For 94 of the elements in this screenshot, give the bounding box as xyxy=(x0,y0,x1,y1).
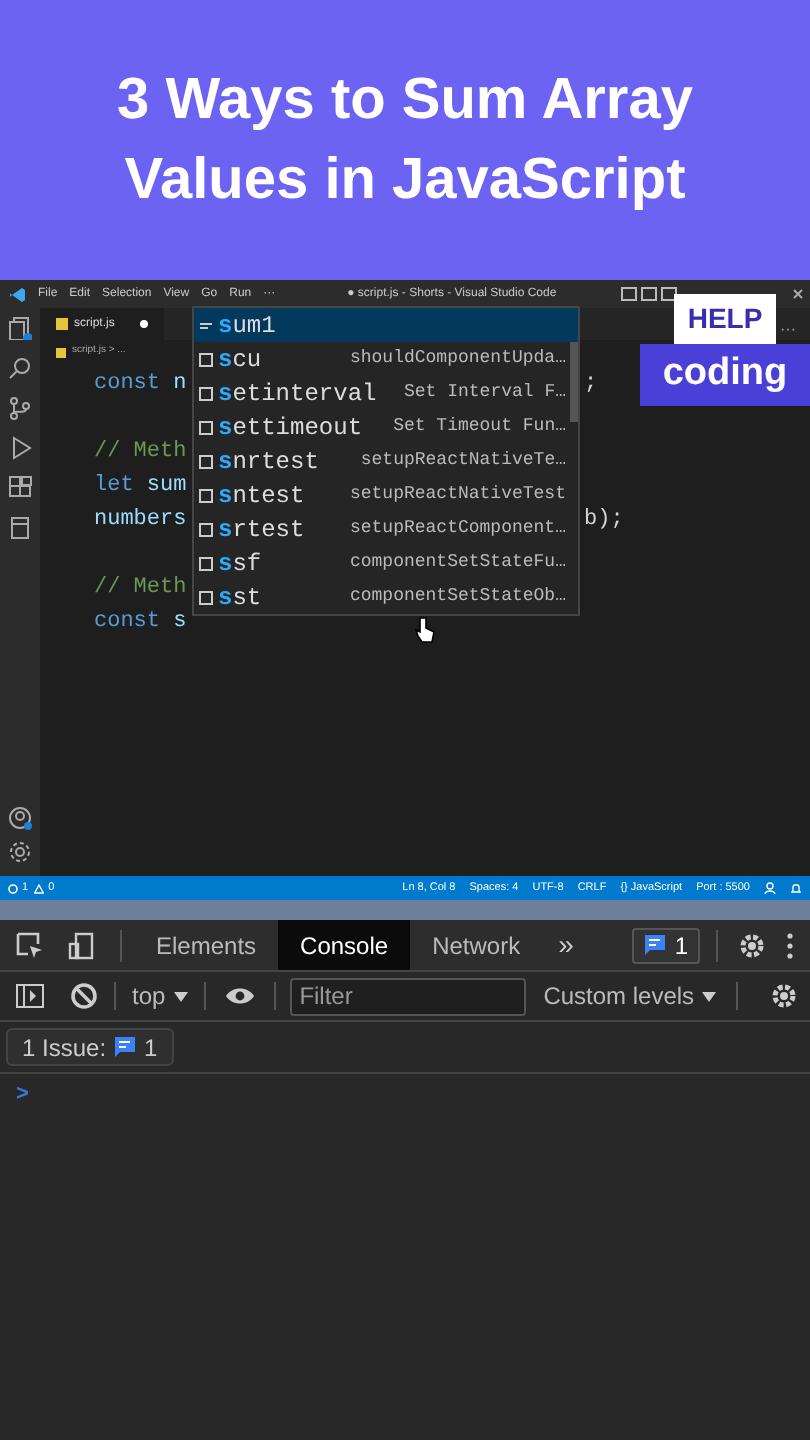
inspect-element-icon[interactable] xyxy=(16,931,44,959)
word-icon xyxy=(198,319,214,331)
suggestion-item[interactable]: snrtest setupReactNativeTe… xyxy=(194,444,578,478)
snippet-icon xyxy=(198,385,214,401)
dropdown-caret-icon xyxy=(702,991,717,1001)
code-text: s xyxy=(171,608,187,638)
code-text: // Meth xyxy=(94,438,187,468)
run-debug-icon[interactable] xyxy=(8,436,32,460)
javascript-file-icon xyxy=(56,318,68,330)
context-label: top xyxy=(132,980,166,1014)
files-icon[interactable] xyxy=(8,316,32,340)
more-tabs-button[interactable]: » xyxy=(542,924,590,966)
notebook-icon[interactable] xyxy=(8,516,32,540)
message-icon xyxy=(644,934,667,956)
dropdown-caret-icon xyxy=(173,991,188,1001)
context-dropdown[interactable]: top xyxy=(132,978,188,1014)
suggestion-detail: componentSetStateFu… xyxy=(349,549,566,576)
code-text: // Meth xyxy=(94,574,187,604)
snippet-icon xyxy=(198,589,214,605)
suggestion-detail: Set Interval F… xyxy=(403,379,566,406)
issues-count: 1 xyxy=(144,1031,158,1065)
error-icon xyxy=(8,883,18,893)
more-options-icon[interactable] xyxy=(786,931,794,959)
search-icon[interactable] xyxy=(8,356,32,380)
video-title: 3 Ways to Sum Array Values in JavaScript xyxy=(115,66,695,216)
source-control-icon[interactable] xyxy=(8,396,32,420)
snippet-icon xyxy=(198,555,214,571)
suggestion-item[interactable]: settimeout Set Timeout Fun… xyxy=(194,410,578,444)
clear-console-icon[interactable] xyxy=(70,982,98,1010)
suggestion-item[interactable]: sum1 xyxy=(194,308,578,342)
suggestion-label: sst xyxy=(218,581,262,615)
suggestion-item[interactable]: srtest setupReactComponent… xyxy=(194,512,578,546)
code-text: let xyxy=(94,472,134,502)
warning-icon xyxy=(34,883,45,893)
message-count: 1 xyxy=(674,929,688,963)
suggestion-label: scu xyxy=(218,343,262,377)
snippet-icon xyxy=(198,453,214,469)
settings-icon[interactable] xyxy=(770,982,798,1010)
code-text: b); xyxy=(584,506,624,536)
suggestion-detail: setupReactComponent… xyxy=(349,515,566,542)
device-toolbar-icon[interactable] xyxy=(68,931,96,959)
issues-label: 1 Issue: xyxy=(22,1031,107,1065)
messages-button[interactable]: 1 xyxy=(632,927,700,963)
message-icon xyxy=(114,1036,137,1058)
levels-label: Custom levels xyxy=(543,980,695,1014)
suggestion-detail: setupReactNativeTest xyxy=(349,481,566,508)
code-text: const xyxy=(94,608,161,638)
vscode-logo-icon xyxy=(8,285,26,303)
snippet-icon xyxy=(198,419,214,435)
scrollbar-thumb xyxy=(570,342,578,422)
suggestion-item[interactable]: setinterval Set Interval F… xyxy=(194,376,578,410)
suggestion-label: sntest xyxy=(218,479,305,513)
help-badge: HELP xyxy=(674,294,776,344)
suggestion-detail: shouldComponentUpda… xyxy=(349,345,566,372)
code-text: n xyxy=(171,370,187,400)
snippet-icon xyxy=(198,487,214,503)
suggestion-label: settimeout xyxy=(218,411,363,445)
code-text: sum xyxy=(144,472,187,502)
issues-button[interactable]: 1 Issue: 1 xyxy=(6,1028,174,1066)
suggestion-label: srtest xyxy=(218,513,305,547)
suggestion-label: snrtest xyxy=(218,445,319,479)
suggestion-label: setinterval xyxy=(218,377,377,411)
account-icon[interactable] xyxy=(8,806,32,830)
suggestion-item[interactable]: sntest setupReactNativeTest xyxy=(194,478,578,512)
suggestion-detail: setupReactNativeTe… xyxy=(360,447,566,474)
suggestion-detail: Set Timeout Fun… xyxy=(393,413,566,440)
settings-icon[interactable] xyxy=(738,931,766,959)
suggestion-item[interactable]: ssf componentSetStateFu… xyxy=(194,546,578,580)
filter-field[interactable]: Filter xyxy=(289,977,526,1015)
eye-icon[interactable] xyxy=(223,986,256,1006)
close-icon[interactable] xyxy=(792,288,804,300)
hand-cursor-icon xyxy=(412,616,436,644)
javascript-file-icon xyxy=(56,347,66,357)
suggestion-item[interactable]: scu shouldComponentUpda… xyxy=(194,342,578,376)
settings-icon[interactable] xyxy=(8,840,32,864)
more-actions-button[interactable]: ··· xyxy=(780,322,796,338)
layout-icons[interactable] xyxy=(620,286,680,302)
extensions-icon[interactable] xyxy=(8,476,32,500)
code-text: numbers xyxy=(94,506,187,536)
snippet-icon xyxy=(198,351,214,367)
devtools-tab[interactable]: Console xyxy=(278,920,411,970)
devtools-tab[interactable]: Elements xyxy=(134,920,279,970)
suggestion-label: ssf xyxy=(218,547,262,581)
code-text: ; xyxy=(584,370,598,400)
suggestion-label: sum1 xyxy=(218,309,276,343)
devtools-tab[interactable]: Network xyxy=(410,920,543,970)
suggestion-detail: componentSetStateOb… xyxy=(349,583,566,610)
bell-icon[interactable] xyxy=(790,882,802,894)
snippet-icon xyxy=(198,521,214,537)
sidebar-toggle-icon[interactable] xyxy=(16,984,44,1008)
code-text: const xyxy=(94,370,161,400)
topic-badge: coding xyxy=(640,344,810,406)
log-levels-dropdown[interactable]: Custom levels xyxy=(543,978,717,1014)
suggestion-item[interactable]: sst componentSetStateOb… xyxy=(194,580,578,614)
